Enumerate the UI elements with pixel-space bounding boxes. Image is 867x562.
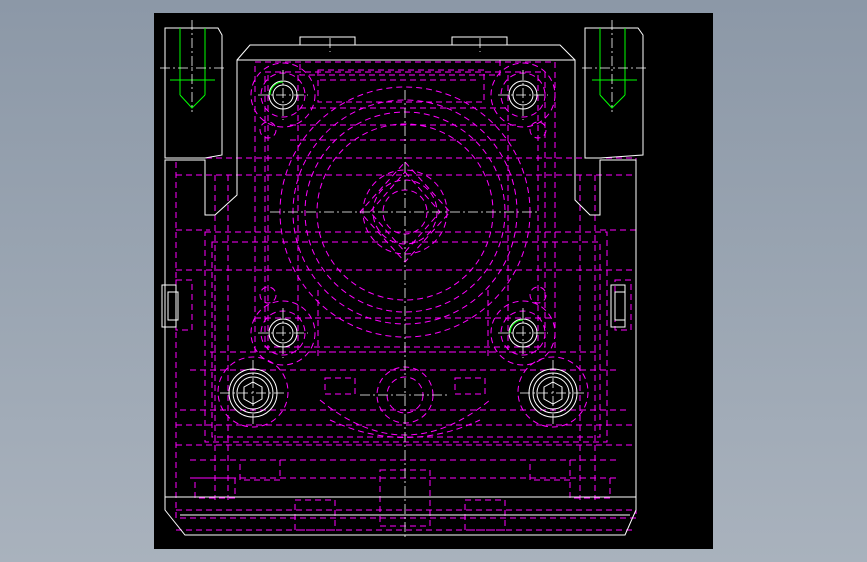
hidden-lines	[175, 59, 637, 531]
cad-drawing	[160, 20, 647, 540]
part-outline	[161, 27, 644, 536]
center-lines	[160, 20, 647, 540]
thread-lines	[170, 28, 637, 334]
cad-viewport[interactable]	[154, 13, 713, 549]
